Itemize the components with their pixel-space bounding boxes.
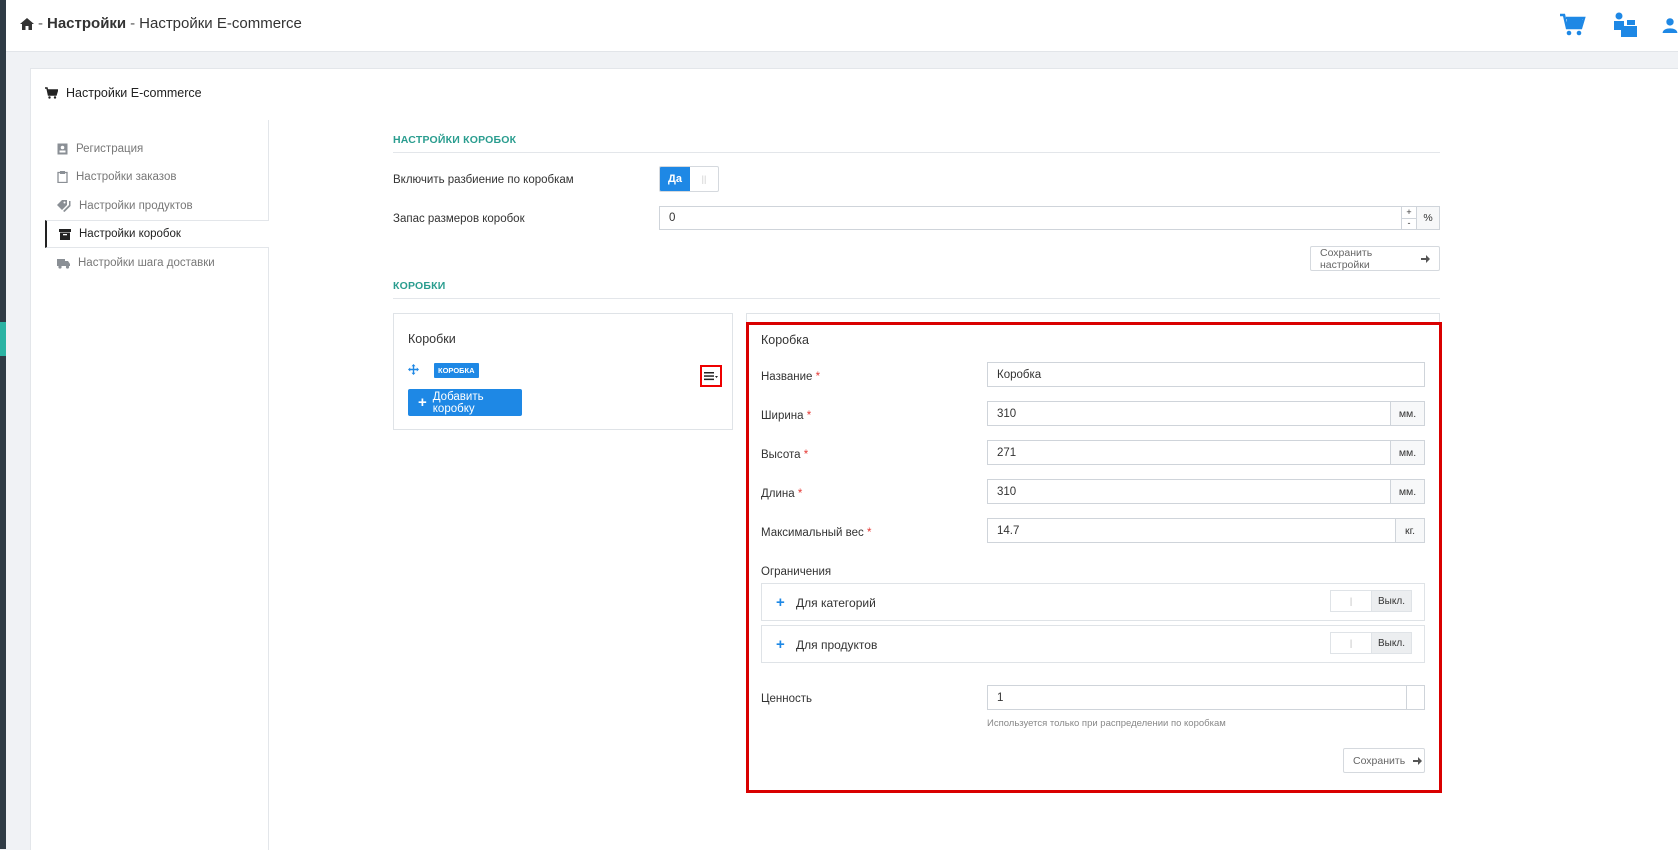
- sidebar-item-label: Настройки продуктов: [79, 200, 193, 212]
- toggle-handle: |: [1331, 591, 1372, 611]
- toggle-state-label: Выкл.: [1372, 633, 1411, 653]
- boxes-list-card: Коробки КОРОБКА + Добавить коробку: [393, 313, 733, 430]
- sidebar-item-label: Настройки заказов: [76, 171, 177, 183]
- user-icon[interactable]: [1662, 10, 1678, 40]
- toggle-on-label: Да: [660, 167, 690, 191]
- top-bar: - Настройки - Настройки E-commerce: [6, 0, 1678, 52]
- value-input[interactable]: 1: [987, 685, 1407, 710]
- toggle-handle: |: [1331, 633, 1372, 653]
- settings-sidebar: Регистрация Настройки заказов Настройки …: [45, 120, 269, 850]
- section-title-box-settings: НАСТРОЙКИ КОРОБОК: [393, 134, 517, 146]
- value-hint: Используется только при распределении по…: [987, 718, 1226, 729]
- limit-products-label[interactable]: Для продуктов: [796, 638, 877, 652]
- width-label: Ширина *: [761, 410, 812, 422]
- plus-icon[interactable]: +: [776, 595, 785, 610]
- archive-box-icon: [59, 228, 71, 240]
- add-box-label: Добавить коробку: [432, 390, 484, 415]
- divider: [393, 152, 1440, 153]
- toggle-state-label: Выкл.: [1372, 591, 1411, 611]
- breadcrumb-current: Настройки E-commerce: [139, 15, 302, 32]
- box-reserve-stepper[interactable]: + -: [1401, 206, 1417, 230]
- cart-icon: [45, 87, 58, 99]
- contact-card-icon: [57, 143, 68, 155]
- height-unit: мм.: [1390, 440, 1425, 465]
- cashier-icon[interactable]: [1610, 10, 1640, 40]
- limits-label: Ограничения: [761, 566, 832, 578]
- sidebar-item-label: Регистрация: [76, 143, 144, 155]
- limit-row-categories: + Для категорий | Выкл.: [761, 583, 1425, 621]
- name-label: Название *: [761, 371, 821, 383]
- box-item-tag[interactable]: КОРОБКА: [434, 363, 479, 378]
- value-label: Ценность: [761, 693, 813, 705]
- panel-header: Настройки E-commerce: [45, 86, 202, 100]
- breadcrumb-parent[interactable]: Настройки: [47, 15, 126, 32]
- home-icon[interactable]: [20, 17, 34, 30]
- cart-icon[interactable]: [1558, 10, 1588, 40]
- height-label: Высота *: [761, 449, 809, 461]
- length-input[interactable]: 310: [987, 479, 1391, 504]
- box-edit-form: Коробка Название * Коробка Ширина * 310 …: [746, 322, 1442, 793]
- height-input[interactable]: 271: [987, 440, 1391, 465]
- app-left-rail-accent: [0, 322, 6, 356]
- truck-icon: [57, 258, 70, 269]
- max-weight-input[interactable]: 14.7: [987, 518, 1396, 543]
- boxes-list-title: Коробки: [408, 332, 456, 346]
- menu-icon: [704, 371, 718, 381]
- sidebar-item-products[interactable]: Настройки продуктов: [45, 192, 268, 220]
- value-addon: [1406, 685, 1425, 710]
- clipboard-icon: [57, 171, 68, 183]
- drag-move-icon[interactable]: [408, 364, 419, 375]
- header-actions: [1558, 10, 1678, 40]
- box-reserve-label: Запас размеров коробок: [393, 213, 525, 225]
- sidebar-item-label: Настройки коробок: [79, 228, 181, 240]
- stepper-decrement[interactable]: -: [1402, 219, 1416, 230]
- max-weight-label: Максимальный вес *: [761, 527, 872, 539]
- sidebar-item-label: Настройки шага доставки: [78, 257, 215, 269]
- breadcrumb-separator: -: [130, 15, 136, 32]
- section-title-boxes: КОРОБКИ: [393, 280, 446, 292]
- limit-categories-toggle[interactable]: | Выкл.: [1330, 590, 1412, 612]
- sidebar-item-registration[interactable]: Регистрация: [45, 135, 268, 163]
- toggle-off-handle: ||: [701, 174, 707, 184]
- box-form-title: Коробка: [761, 333, 809, 347]
- add-box-button[interactable]: + Добавить коробку: [408, 389, 522, 416]
- box-item-menu-button[interactable]: [700, 365, 722, 387]
- width-input[interactable]: 310: [987, 401, 1391, 426]
- stepper-increment[interactable]: +: [1402, 207, 1416, 219]
- save-box-button[interactable]: Сохранить: [1343, 748, 1425, 773]
- max-weight-unit: кг.: [1395, 518, 1425, 543]
- sidebar-item-delivery-step[interactable]: Настройки шага доставки: [45, 249, 268, 277]
- enable-boxes-toggle[interactable]: Да ||: [659, 166, 719, 192]
- arrow-right-icon: [1413, 756, 1423, 765]
- enable-boxes-label: Включить разбиение по коробкам: [393, 174, 574, 186]
- app-left-rail: [0, 0, 6, 849]
- save-settings-button[interactable]: Сохранить настройки: [1310, 246, 1440, 271]
- arrow-right-icon: [1421, 254, 1430, 263]
- plus-icon[interactable]: +: [776, 637, 785, 652]
- length-label: Длина *: [761, 488, 803, 500]
- plus-icon: +: [418, 394, 427, 411]
- save-settings-label: Сохранить настройки: [1320, 246, 1373, 271]
- length-unit: мм.: [1390, 479, 1425, 504]
- breadcrumb: - Настройки - Настройки E-commerce: [20, 15, 302, 32]
- limit-categories-label[interactable]: Для категорий: [796, 596, 876, 610]
- box-reserve-input[interactable]: 0: [659, 206, 1402, 230]
- width-unit: мм.: [1390, 401, 1425, 426]
- save-box-label: Сохранить: [1353, 754, 1406, 767]
- limit-products-toggle[interactable]: | Выкл.: [1330, 632, 1412, 654]
- tags-icon: [57, 200, 71, 212]
- breadcrumb-separator: -: [38, 15, 43, 32]
- sidebar-item-boxes[interactable]: Настройки коробок: [45, 220, 269, 248]
- name-input[interactable]: Коробка: [987, 362, 1425, 387]
- panel-title: Настройки E-commerce: [66, 86, 202, 100]
- box-reserve-unit: %: [1416, 206, 1440, 230]
- limit-row-products: + Для продуктов | Выкл.: [761, 625, 1425, 663]
- divider: [393, 298, 1440, 299]
- sidebar-item-orders[interactable]: Настройки заказов: [45, 163, 268, 191]
